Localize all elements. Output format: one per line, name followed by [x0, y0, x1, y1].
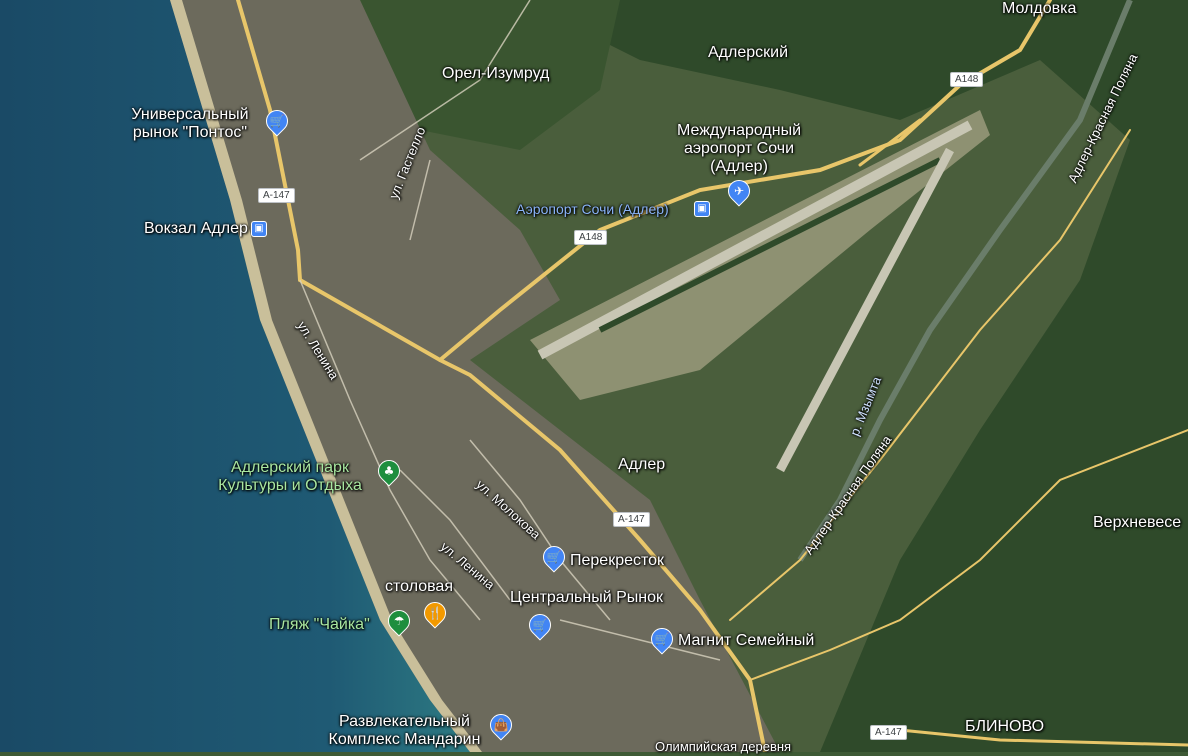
road-shield-a147: А-147	[613, 512, 650, 527]
poi-airport-station-label[interactable]: Аэропорт Сочи (Адлер)	[516, 200, 669, 218]
poi-stolovaya-label[interactable]: столовая	[385, 578, 453, 596]
road-shield-a148: А148	[574, 230, 608, 245]
road-shield-a147: А-147	[870, 725, 907, 740]
poi-pontos-market-label[interactable]: Универсальный рынок "Понтос"	[120, 106, 260, 142]
place-adler[interactable]: Адлер	[618, 456, 665, 474]
poi-adler-station-label[interactable]: Вокзал Адлер	[144, 220, 248, 238]
poi-magnit-label[interactable]: Магнит Семейный	[678, 632, 814, 650]
poi-chaika-beach-label[interactable]: Пляж "Чайка"	[269, 616, 370, 634]
train-icon[interactable]: ▣	[694, 201, 710, 217]
place-adlersky[interactable]: Адлерский	[708, 44, 788, 62]
place-orel-izumrud[interactable]: Орел-Изумруд	[442, 65, 549, 83]
poi-mandarin-label[interactable]: Развлекательный Комплекс Мандарин	[322, 713, 487, 749]
train-icon[interactable]: ▣	[251, 221, 267, 237]
place-blinovo[interactable]: БЛИНОВО	[965, 718, 1044, 736]
road-shield-a147: А-147	[258, 188, 295, 203]
place-moldovka[interactable]: Молдовка	[1002, 0, 1076, 18]
poi-adler-park-label[interactable]: Адлерский парк Культуры и Отдыха	[205, 459, 375, 495]
poi-airport-label[interactable]: Международный аэропорт Сочи (Адлер)	[664, 122, 814, 176]
poi-central-market-label[interactable]: Центральный Рынок	[510, 589, 663, 607]
road-shield-a148: А148	[950, 72, 984, 87]
place-olympic-village[interactable]: Олимпийская деревня	[655, 738, 791, 756]
place-verkhneveselo[interactable]: Верхневесе	[1093, 514, 1181, 532]
poi-perekrestok-label[interactable]: Перекресток	[570, 552, 664, 570]
